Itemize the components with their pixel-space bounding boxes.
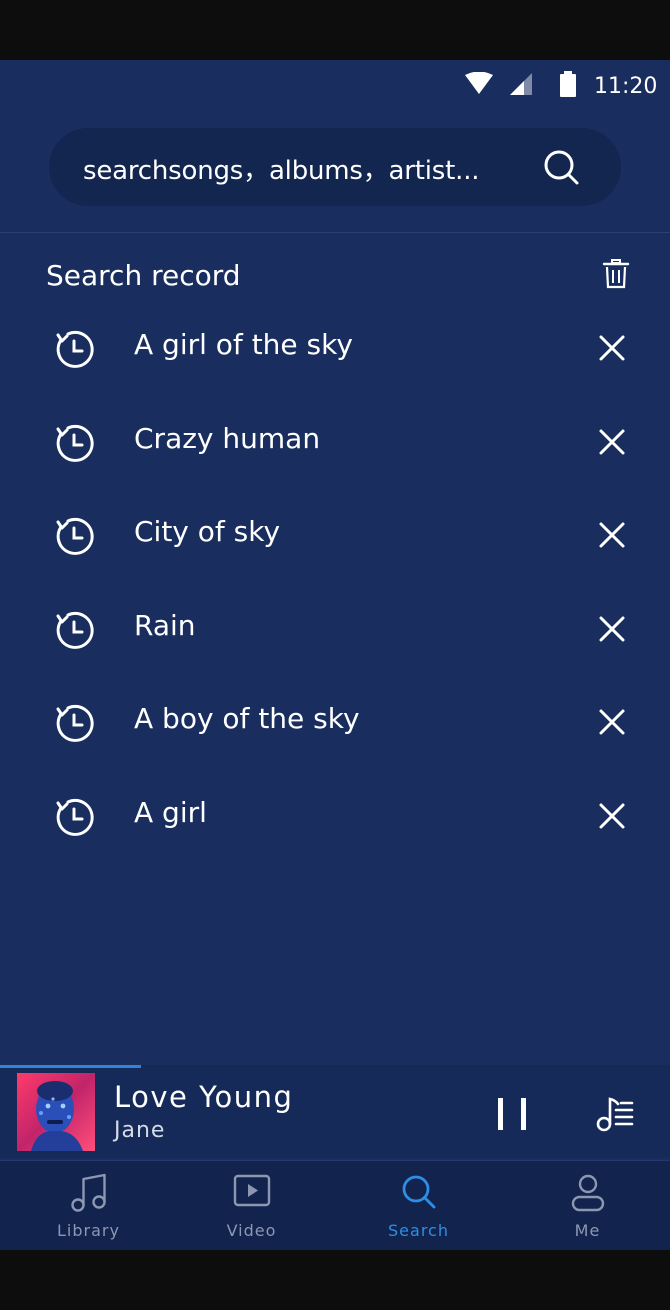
trash-icon[interactable] <box>602 258 630 290</box>
music-note-icon <box>70 1173 106 1212</box>
history-item-label[interactable]: A girl <box>134 796 207 829</box>
song-artist[interactable]: Jane <box>114 1118 165 1143</box>
history-clock-icon <box>56 704 94 742</box>
search-bar[interactable]: searchsongs，albums，artist... <box>49 128 621 206</box>
tab-label: Library <box>57 1221 120 1240</box>
status-bar: 11:20 <box>0 60 670 110</box>
history-item[interactable]: Rain <box>0 581 670 675</box>
tab-search[interactable]: Search <box>335 1161 502 1250</box>
divider <box>0 232 670 233</box>
close-icon[interactable] <box>598 802 626 830</box>
tab-video[interactable]: Video <box>168 1161 335 1250</box>
history-item-label[interactable]: Crazy human <box>134 422 320 455</box>
history-item[interactable]: A boy of the sky <box>0 674 670 768</box>
album-cover[interactable] <box>17 1073 95 1151</box>
history-item[interactable]: Crazy human <box>0 394 670 488</box>
tab-label: Search <box>388 1221 449 1240</box>
history-item[interactable]: A girl <box>0 768 670 862</box>
playlist-icon[interactable] <box>594 1095 634 1133</box>
history-item-label[interactable]: A boy of the sky <box>134 702 360 735</box>
status-time: 11:20 <box>594 74 658 99</box>
person-icon <box>571 1174 604 1212</box>
pause-icon[interactable] <box>494 1096 530 1132</box>
search-icon[interactable] <box>542 148 582 188</box>
history-item[interactable]: City of sky <box>0 487 670 581</box>
close-icon[interactable] <box>598 428 626 456</box>
tab-label: Video <box>226 1221 277 1240</box>
history-item-label[interactable]: A girl of the sky <box>134 328 353 361</box>
history-clock-icon <box>56 330 94 368</box>
battery-icon <box>560 71 576 97</box>
close-icon[interactable] <box>598 615 626 643</box>
history-clock-icon <box>56 611 94 649</box>
bottom-tab-bar: Library Video Search Me <box>0 1160 670 1250</box>
cell-signal-icon <box>510 73 532 95</box>
top-black-bar <box>0 0 670 60</box>
wifi-icon <box>465 72 493 94</box>
close-icon[interactable] <box>598 708 626 736</box>
tab-me[interactable]: Me <box>504 1161 670 1250</box>
play-icon <box>233 1174 270 1207</box>
history-item-label[interactable]: Rain <box>134 609 196 642</box>
history-item-label[interactable]: City of sky <box>134 515 280 548</box>
search-record-title: Search record <box>46 259 241 292</box>
mini-player[interactable]: Love Young Jane <box>0 1068 670 1158</box>
bottom-black-bar <box>0 1250 670 1310</box>
history-item[interactable]: A girl of the sky <box>0 300 670 394</box>
song-title[interactable]: Love Young <box>114 1080 293 1114</box>
history-clock-icon <box>56 517 94 555</box>
history-clock-icon <box>56 424 94 462</box>
close-icon[interactable] <box>598 521 626 549</box>
close-icon[interactable] <box>598 334 626 362</box>
tab-label: Me <box>574 1221 601 1240</box>
app-screen: 11:20 searchsongs，albums，artist... Searc… <box>0 60 670 1250</box>
search-input[interactable]: searchsongs，albums，artist... <box>83 150 480 187</box>
tab-library[interactable]: Library <box>5 1161 172 1250</box>
search-icon <box>402 1175 435 1209</box>
history-clock-icon <box>56 798 94 836</box>
